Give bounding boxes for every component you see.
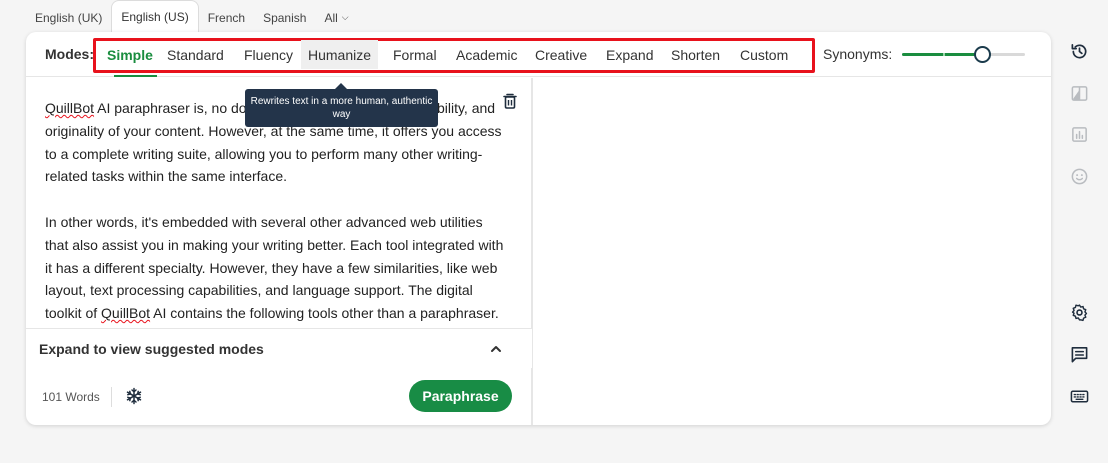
tab-english-us[interactable]: English (US)	[111, 0, 199, 33]
mode-creative[interactable]: Creative	[528, 40, 594, 69]
freeze-words-icon[interactable]	[125, 387, 143, 405]
trash-icon[interactable]	[501, 92, 519, 110]
mode-humanize[interactable]: Humanize	[301, 40, 379, 69]
mode-academic[interactable]: Academic	[449, 40, 524, 69]
paraphraser-card: Modes: Simple Standard Fluency Humanize …	[26, 32, 1051, 425]
active-mode-underline	[114, 75, 157, 77]
feedback-icon[interactable]	[1070, 345, 1089, 364]
spell-flagged-word[interactable]: QuillBot	[45, 100, 94, 116]
tab-spanish[interactable]: Spanish	[254, 2, 315, 33]
history-icon[interactable]	[1070, 42, 1089, 61]
synonyms-slider[interactable]	[902, 53, 1025, 56]
modes-bar: Modes: Simple Standard Fluency Humanize …	[26, 32, 1051, 77]
keyboard-icon[interactable]	[1070, 387, 1089, 406]
input-text[interactable]: QuillBot AI paraphraser is, no doubt, im…	[45, 97, 505, 328]
emoji-icon[interactable]	[1070, 167, 1089, 186]
mode-simple[interactable]: Simple	[100, 40, 160, 69]
editor-footer: 101 Words Paraphrase	[26, 368, 532, 425]
pane-divider	[532, 78, 533, 425]
paraphrase-button[interactable]: Paraphrase	[409, 380, 512, 412]
tab-label: Spanish	[263, 10, 307, 25]
language-tabs: English (UK) English (US) French Spanish…	[26, 0, 358, 33]
word-count: 101 Words	[42, 390, 100, 404]
paragraph-2: In other words, it's embedded with sever…	[45, 211, 505, 325]
stats-icon[interactable]	[1070, 125, 1089, 144]
tab-label: English (UK)	[35, 10, 103, 25]
footer-divider	[111, 387, 112, 407]
suggested-modes-bar[interactable]: Expand to view suggested modes	[26, 328, 532, 368]
suggested-modes-label: Expand to view suggested modes	[39, 341, 264, 357]
tab-label: French	[207, 10, 246, 25]
tab-label: English (US)	[121, 10, 189, 24]
chevron-down-icon: ⌵	[341, 12, 349, 22]
mode-shorten[interactable]: Shorten	[664, 40, 727, 69]
tab-label: All	[324, 10, 338, 25]
chevron-up-icon[interactable]	[489, 342, 503, 356]
tab-english-uk[interactable]: English (UK)	[26, 2, 111, 33]
mode-standard[interactable]: Standard	[160, 40, 231, 69]
paragraph-text: AI contains the following tools other th…	[150, 305, 499, 322]
synonyms-label: Synonyms:	[823, 46, 893, 62]
tab-all-languages[interactable]: All ⌵	[315, 2, 357, 33]
mode-formal[interactable]: Formal	[386, 40, 444, 69]
slider-tick	[943, 53, 945, 56]
modes-label: Modes:	[45, 46, 94, 62]
settings-icon[interactable]	[1070, 303, 1089, 322]
tab-french[interactable]: French	[199, 2, 254, 33]
spell-flagged-word[interactable]: QuillBot	[101, 305, 150, 321]
mode-custom[interactable]: Custom	[733, 40, 795, 69]
mode-fluency[interactable]: Fluency	[237, 40, 300, 69]
mode-expand[interactable]: Expand	[599, 40, 660, 69]
synonyms-slider-thumb[interactable]	[974, 46, 992, 63]
compare-icon[interactable]	[1070, 84, 1089, 103]
mode-tooltip: Rewrites text in a more human, authentic…	[245, 83, 438, 127]
